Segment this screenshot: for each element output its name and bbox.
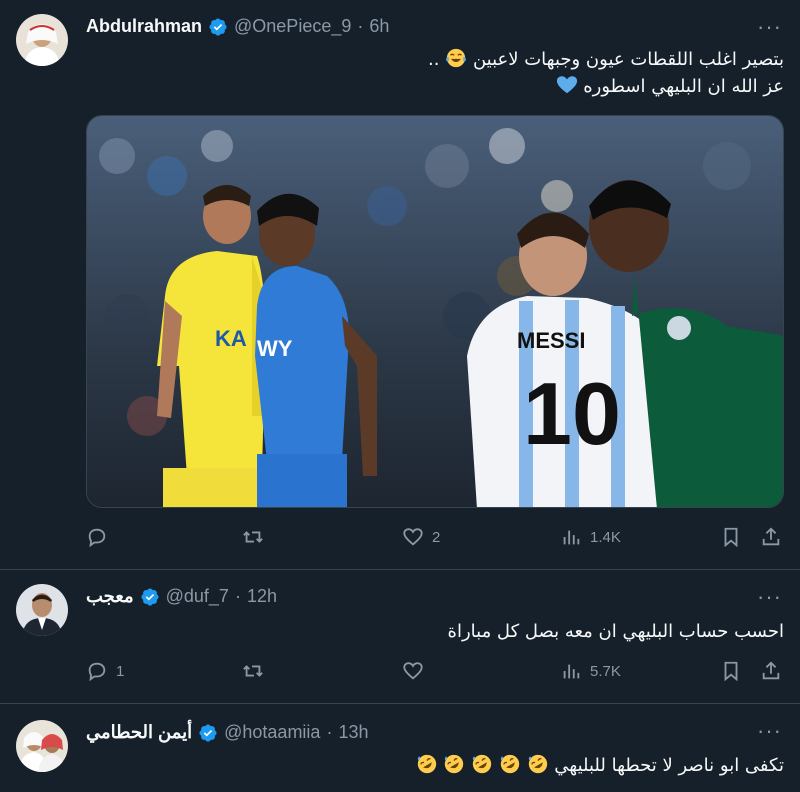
tweet-text-part: احسب حساب البليهي ان معه بصل كل مباراة	[447, 621, 784, 642]
share-icon	[762, 661, 780, 680]
avatar[interactable]	[16, 720, 68, 772]
tweet-text-line-2: عز الله ان البليهي اسطوره	[428, 73, 784, 100]
view-count: 5.7K	[590, 662, 621, 680]
more-options-icon[interactable]: ···	[757, 586, 782, 608]
bookmark-icon	[724, 527, 738, 548]
tweet-text: تكفى ابو ناصر لا تحطها للبليهي	[416, 752, 784, 779]
tweet-2[interactable]: معجب @duf_7 · 12h ··· احسب حساب البليهي …	[0, 570, 800, 704]
rolling-laughing-emoji-icon	[528, 754, 547, 774]
tweet-media-image[interactable]: KA WY MESSI 10	[86, 115, 784, 508]
shirt-text: WY	[257, 336, 293, 361]
rolling-laughing-emoji-icon	[417, 754, 436, 774]
views-chart-icon	[563, 530, 580, 545]
avatar[interactable]	[16, 584, 68, 636]
verified-badge-icon	[199, 723, 217, 742]
reply-icon	[88, 528, 106, 548]
view-count: 1.4K	[590, 528, 621, 546]
views-chart-icon	[563, 664, 580, 679]
share-button[interactable]	[760, 660, 782, 682]
retweet-icon	[243, 665, 263, 677]
heart-icon	[403, 528, 423, 546]
reply-button[interactable]	[86, 526, 116, 548]
share-icon	[762, 527, 780, 546]
author-handle[interactable]: @OnePiece_9	[234, 16, 351, 37]
author-handle[interactable]: @hotaamiia	[224, 722, 320, 743]
avatar[interactable]	[16, 14, 68, 66]
tweet-text: بتصير اغلب اللقطات عيون وجبهات لاعبين ..…	[428, 46, 784, 100]
separator-dot: ·	[326, 722, 333, 742]
author-name[interactable]: معجب	[86, 586, 134, 607]
more-options-icon[interactable]: ···	[757, 720, 782, 742]
shirt-number: 10	[523, 364, 621, 463]
author-name[interactable]: أيمن الحطامي	[86, 722, 192, 743]
retweet-icon	[243, 531, 263, 543]
views-button[interactable]: 1.4K	[560, 526, 621, 548]
verified-badge-icon	[141, 587, 159, 606]
author-handle[interactable]: @duf_7	[166, 586, 229, 607]
shirt-name: MESSI	[517, 328, 585, 353]
tweet-text-part: عز الله ان البليهي اسطوره	[583, 76, 784, 97]
heart-icon	[403, 662, 423, 680]
tweet-actions: 1 5.7K	[86, 660, 784, 688]
tweet-3[interactable]: أيمن الحطامي @hotaamiia · 13h ··· تكفى ا…	[0, 704, 800, 792]
retweet-button[interactable]	[242, 526, 272, 548]
retweet-button[interactable]	[242, 660, 272, 682]
bookmark-button[interactable]	[720, 526, 742, 548]
tweet-text: احسب حساب البليهي ان معه بصل كل مباراة	[448, 618, 784, 645]
reply-count: 1	[116, 662, 125, 680]
verified-badge-icon	[209, 17, 227, 36]
author-name[interactable]: Abdulrahman	[86, 16, 202, 37]
tweet-text-part: ..	[428, 49, 440, 70]
like-count: 2	[432, 528, 441, 546]
tweet-text-line-1: بتصير اغلب اللقطات عيون وجبهات لاعبين ..	[428, 46, 784, 73]
more-options-icon[interactable]: ···	[757, 16, 782, 38]
rolling-laughing-emoji-icon	[472, 754, 492, 774]
tweet-text-part: تكفى ابو ناصر لا تحطها للبليهي	[554, 755, 784, 776]
separator-dot: ·	[234, 586, 241, 606]
rofl-emoji-group	[416, 754, 549, 776]
shirt-text: KA	[215, 326, 247, 351]
like-button[interactable]	[402, 660, 432, 682]
tweet-time[interactable]: 12h	[247, 586, 277, 607]
tweet-text-part: بتصير اغلب اللقطات عيون وجبهات لاعبين	[472, 49, 784, 70]
tweet-1[interactable]: Abdulrahman @OnePiece_9 · 6h ··· بتصير ا…	[0, 0, 800, 570]
reply-button[interactable]: 1	[86, 660, 124, 682]
tweet-time[interactable]: 13h	[338, 722, 368, 743]
rolling-laughing-emoji-icon	[445, 754, 464, 774]
tweet-time[interactable]: 6h	[369, 16, 389, 37]
blue-heart-emoji-icon	[556, 76, 577, 94]
bookmark-button[interactable]	[720, 660, 742, 682]
share-button[interactable]	[760, 526, 782, 548]
tears-of-joy-emoji-icon	[446, 48, 467, 68]
rolling-laughing-emoji-icon	[500, 754, 519, 774]
like-button[interactable]: 2	[402, 526, 440, 548]
reply-icon	[88, 662, 106, 682]
tweet-actions: 2 1.4K	[86, 526, 784, 554]
bookmark-icon	[724, 661, 738, 682]
views-button[interactable]: 5.7K	[560, 660, 621, 682]
separator-dot: ·	[357, 16, 364, 36]
